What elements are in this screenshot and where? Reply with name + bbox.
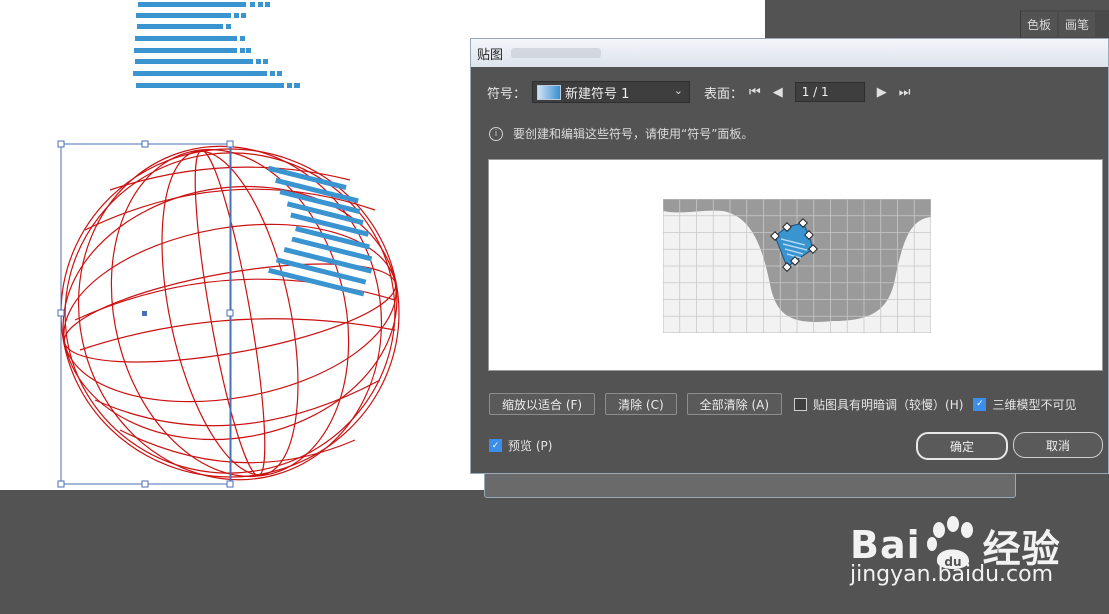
info-text: 要创建和编辑这些符号，请使用“符号”面板。	[513, 127, 754, 141]
watermark-brand: Bai	[850, 523, 921, 567]
first-surface-icon[interactable]: ⏮	[749, 85, 761, 100]
watermark-url: jingyan.baidu.com	[850, 562, 1054, 587]
last-surface-icon[interactable]: ⏭	[899, 85, 911, 100]
chevron-down-icon: ⌄	[673, 84, 684, 97]
surface-page-field[interactable]: 1 / 1	[794, 82, 865, 102]
fit-button[interactable]: 缩放以适合 (F)	[489, 393, 596, 415]
map-preview-area[interactable]	[488, 159, 1103, 371]
clear-all-button[interactable]: 全部清除 (A)	[686, 393, 783, 415]
next-surface-icon[interactable]: ▶	[877, 85, 887, 100]
info-row: i 要创建和编辑这些符号，请使用“符号”面板。	[489, 125, 753, 142]
tab-brushes[interactable]: 画笔	[1059, 11, 1096, 37]
checkbox-checked-icon[interactable]: ✓	[973, 397, 987, 411]
ok-button[interactable]: 确定	[916, 432, 1008, 460]
surface-label: 表面：	[704, 86, 744, 102]
dialog-titlebar[interactable]: 贴图	[471, 39, 1108, 67]
symbol-value: 新建符号 1	[565, 86, 630, 102]
shade-artwork-checkbox[interactable]: 贴图具有明暗调（较慢）(H)	[794, 396, 963, 413]
wireframe-sphere[interactable]	[0, 0, 470, 500]
checkbox-unchecked-icon[interactable]	[794, 397, 808, 411]
symbol-label: 符号：	[487, 86, 527, 102]
preview-label: 预览 (P)	[508, 439, 553, 453]
surface-map[interactable]	[663, 199, 931, 333]
previous-surface-icon[interactable]: ◀	[773, 85, 783, 100]
invisible-geometry-checkbox[interactable]: ✓ 三维模型不可见	[973, 396, 1076, 413]
dialog-title: 贴图	[477, 47, 504, 63]
clear-button[interactable]: 清除 (C)	[605, 393, 677, 415]
symbol-dropdown[interactable]: 新建符号 1 ⌄	[532, 81, 691, 103]
map-art-dialog: 贴图 符号： 新建符号 1 ⌄ 表面： ⏮ ◀ 1 / 1 ▶ ⏭ i 要创建和…	[470, 38, 1109, 474]
panel-tabs: 色板 画笔	[1020, 10, 1109, 38]
action-row: 缩放以适合 (F) 清除 (C) 全部清除 (A) 贴图具有明暗调（较慢）(H)…	[489, 393, 1084, 415]
symbol-thumbnail	[537, 84, 562, 100]
blurred-title-text	[511, 48, 602, 58]
tab-swatches[interactable]: 色板	[1021, 11, 1058, 37]
checkbox-checked-icon[interactable]: ✓	[489, 439, 502, 452]
symbol-row: 符号： 新建符号 1 ⌄ 表面： ⏮ ◀ 1 / 1 ▶ ⏭	[487, 81, 916, 103]
invisible-geometry-label: 三维模型不可见	[992, 397, 1077, 412]
info-icon: i	[489, 126, 503, 141]
preview-checkbox[interactable]: ✓ 预览 (P)	[489, 437, 552, 454]
shade-artwork-label: 贴图具有明暗调（较慢）(H)	[813, 397, 964, 412]
cancel-button[interactable]: 取消	[1013, 432, 1103, 458]
